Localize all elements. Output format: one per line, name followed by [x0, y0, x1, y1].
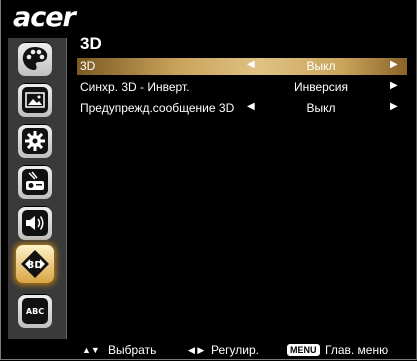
volume-icon	[26, 216, 44, 230]
menu-key-icon: MENU	[287, 344, 320, 356]
left-arrow-icon[interactable]: ◀	[247, 59, 255, 70]
right-arrow-icon[interactable]: ▶	[390, 101, 398, 112]
picture-icon	[25, 92, 45, 108]
acer-logo: acer	[13, 2, 76, 33]
main-menu-hint: Глав. меню	[325, 343, 389, 357]
row-label: Синхр. 3D - Инверт.	[80, 80, 190, 94]
left-right-arrows-icon: ◀ ▶	[188, 345, 205, 355]
palette-icon	[22, 47, 48, 70]
row-value: Выкл	[306, 101, 336, 115]
language-icon[interactable]: ABC	[18, 294, 52, 328]
3d-symbol-icon: 3D	[21, 250, 49, 278]
menu-row-3d[interactable]: 3D ◀ Выкл ▶	[77, 58, 407, 75]
settings-icon[interactable]	[18, 124, 52, 158]
projector-icon[interactable]	[18, 165, 52, 199]
projector-symbol-icon	[26, 171, 44, 190]
menu-row-3d-sync-invert[interactable]: Синхр. 3D - Инверт. Инверсия ▶	[77, 79, 407, 96]
adjust-hint: Регулир.	[211, 343, 259, 357]
footer-hints: ▲▼ Выбрать ◀ ▶ Регулир. MENU Глав. меню	[80, 343, 410, 359]
abc-icon-label: ABC	[25, 306, 45, 316]
image-icon[interactable]	[18, 83, 52, 117]
left-arrow-icon[interactable]: ◀	[247, 101, 255, 112]
row-value: Инверсия	[293, 80, 349, 94]
right-arrow-icon[interactable]: ▶	[390, 59, 398, 70]
svg-text:3D: 3D	[27, 260, 42, 271]
color-icon[interactable]	[18, 42, 52, 76]
sidebar: 3D ABC	[8, 38, 67, 339]
right-arrow-icon[interactable]: ▶	[390, 80, 398, 91]
gear-icon	[25, 131, 45, 151]
3d-icon[interactable]: 3D	[16, 245, 54, 283]
row-label: 3D	[80, 59, 96, 73]
row-value: Выкл	[306, 59, 336, 73]
row-label: Предупрежд.сообщение 3D	[80, 101, 235, 115]
select-hint: Выбрать	[108, 343, 157, 357]
speaker-icon[interactable]	[18, 206, 52, 240]
up-down-arrows-icon: ▲▼	[82, 345, 100, 355]
menu-row-3d-warning[interactable]: Предупрежд.сообщение 3D ◀ Выкл ▶	[77, 100, 407, 117]
page-title: 3D	[80, 34, 102, 53]
